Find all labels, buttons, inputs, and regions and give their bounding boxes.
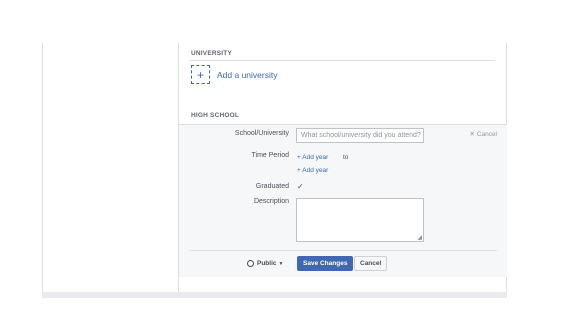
- university-section-title: UNIVERSITY: [191, 50, 233, 57]
- card-bottom-edge: [42, 292, 507, 298]
- cancel-edit-link[interactable]: ✕ Cancel: [470, 130, 498, 138]
- plus-icon: +: [191, 65, 210, 84]
- cancel-edit-label: Cancel: [476, 131, 497, 138]
- privacy-label: Public: [257, 260, 277, 267]
- school-label: School/University: [234, 130, 289, 137]
- close-icon: ✕: [469, 131, 477, 138]
- university-section-rule: [189, 60, 495, 61]
- graduated-label: Graduated: [255, 183, 289, 190]
- left-column: [43, 43, 50, 292]
- high-school-form: ✕ Cancel School/University What school/u…: [179, 124, 507, 277]
- privacy-selector[interactable]: Public ▼: [247, 260, 283, 267]
- resize-handle-icon[interactable]: ◢: [417, 234, 422, 241]
- education-card: UNIVERSITY + Add a university HIGH SCHOO…: [42, 43, 507, 296]
- time-period-label: Time Period: [251, 152, 289, 159]
- globe-icon: [247, 260, 254, 267]
- to-label: to: [343, 154, 349, 161]
- graduated-checkbox[interactable]: ✓: [297, 182, 304, 191]
- add-start-year-link[interactable]: + Add year: [297, 154, 328, 161]
- footer-divider: [189, 250, 497, 251]
- description-textarea[interactable]: ◢: [296, 198, 424, 242]
- cancel-button[interactable]: Cancel: [354, 256, 388, 271]
- save-changes-button[interactable]: Save Changes: [297, 256, 354, 271]
- add-end-year-link[interactable]: + Add year: [297, 167, 328, 174]
- caret-down-icon: ▼: [278, 260, 284, 267]
- add-university-button[interactable]: + Add a university: [191, 65, 277, 84]
- school-input[interactable]: What school/university did you attend?: [296, 128, 424, 143]
- high-school-section-title: HIGH SCHOOL: [191, 112, 240, 119]
- add-university-label: Add a university: [217, 69, 278, 80]
- description-label: Description: [253, 198, 289, 205]
